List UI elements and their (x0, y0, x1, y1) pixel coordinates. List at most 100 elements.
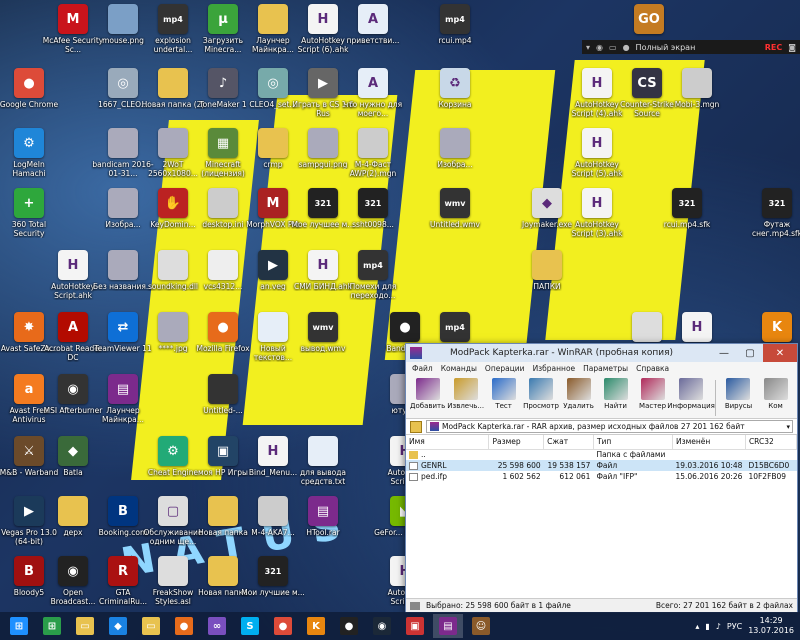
taskbar-button[interactable]: ● (268, 614, 298, 638)
column-header[interactable]: Тип (593, 435, 673, 450)
bandicam-toolbar[interactable]: ▾ ◉ ▭ ● Полный экран REC ◙ (582, 40, 800, 54)
toolbar-button[interactable]: Добавить (410, 378, 445, 410)
taskbar-button[interactable]: ▣ (400, 614, 430, 638)
desktop-icon[interactable]: для вывода средств.txt (294, 436, 352, 494)
taskbar-button[interactable]: ▭ (136, 614, 166, 638)
bandicam-monitor-icon[interactable]: ▭ (609, 43, 617, 52)
menu-item[interactable]: Файл (412, 364, 433, 373)
taskbar-button[interactable]: ▤ (433, 614, 463, 638)
maximize-button[interactable]: ▢ (737, 344, 763, 362)
desktop-icon[interactable]: Aприветстви... (344, 4, 402, 62)
table-row[interactable]: ped.ifp 1 602 562 612 061 Файл "IFP" 15.06.2… (406, 471, 797, 482)
desktop-icon-label: HTool.rar (306, 528, 340, 537)
desktop-icon-label: Mobi-3.mgn (674, 100, 720, 109)
file-explorer-icon: ▭ (76, 617, 94, 635)
column-header[interactable]: Размер (488, 435, 545, 450)
taskbar-button[interactable]: ⊞ (4, 614, 34, 638)
desktop-icon[interactable]: 321 Футаж снег.mp4.sfk (748, 188, 800, 246)
taskbar-button[interactable]: ▭ (70, 614, 100, 638)
desktop-icon[interactable]: 321 Мои лучшие м... (241, 556, 305, 614)
table-row[interactable]: GENRL 25 598 600 19 538 157 Файл 19.03.2016 … (406, 460, 797, 471)
table-row[interactable]: .. Папка с файлами (406, 449, 797, 460)
column-header[interactable]: CRC32 (745, 435, 798, 450)
toolbar-button[interactable]: Извлечь... (447, 378, 484, 410)
column-header[interactable]: Имя (406, 435, 490, 450)
desktop-icon[interactable]: Untitled-... (194, 374, 252, 432)
network-icon[interactable]: ▮ (705, 622, 709, 631)
desktop-icon[interactable]: ▤ Лаунчер Майнкра... (94, 374, 152, 432)
desktop-icon[interactable]: ● Google Chrome (0, 68, 58, 126)
desktop-icon[interactable]: wmv вывод.wmv (294, 312, 352, 370)
taskbar-button[interactable]: ☺ (466, 614, 496, 638)
winrar-titlebar[interactable]: ModPack Kapterka.rar - WinRAR (пробная к… (406, 344, 797, 362)
desktop-icon[interactable]: Aчто нужно для моего... (344, 68, 402, 126)
image-file-icon (108, 250, 138, 280)
column-header[interactable]: Изменён (672, 435, 746, 450)
menu-item[interactable]: Команды (441, 364, 477, 373)
close-button[interactable]: ✕ (763, 344, 797, 362)
taskbar-button[interactable]: ● (334, 614, 364, 638)
toolbar-button[interactable]: Информация (667, 378, 715, 410)
taskbar-button[interactable]: ∞ (202, 614, 232, 638)
toolbar-button[interactable]: Ком (758, 378, 793, 410)
desktop-icon[interactable]: H AutoHotkey Script (3).ahk (568, 188, 626, 246)
desktop-icon[interactable]: +360 Total Security (0, 188, 58, 246)
toolbar-button[interactable]: Найти (598, 378, 633, 410)
system-tray: ▴ ▮ ♪ РУС 14:29 13.07.2016 (695, 616, 800, 636)
desktop-icon[interactable]: wmv Untitled.wmv (426, 188, 484, 246)
toolbar-button[interactable]: Просмотр (523, 378, 559, 410)
menu-item[interactable]: Избранное (533, 364, 576, 373)
volume-icon[interactable]: ♪ (716, 622, 721, 631)
taskbar-button[interactable]: ◆ (103, 614, 133, 638)
desktop-icon-label: AutoHotkey Script (3).ahk (571, 220, 623, 238)
desktop-icon[interactable]: ◆ Batla (44, 436, 102, 494)
language-indicator[interactable]: РУС (727, 622, 742, 631)
bandicam-fullscreen-label[interactable]: Полный экран (636, 43, 696, 52)
bandicam-mic-icon[interactable]: ● (623, 43, 630, 52)
text-file-icon (258, 312, 288, 342)
desktop-icon[interactable]: 321 rcui.mp4.sfk (658, 188, 716, 246)
tray-arrow-icon[interactable]: ▴ (695, 622, 699, 631)
desktop-icon[interactable]: mp4 rcui.mp4 (426, 4, 484, 62)
toolbar-button[interactable]: Мастер (635, 378, 670, 410)
app-icon: ▣ (208, 436, 238, 466)
up-folder-icon[interactable] (410, 420, 422, 433)
taskbar-button[interactable]: K (301, 614, 331, 638)
menu-item[interactable]: Операции (485, 364, 525, 373)
desktop-icon[interactable]: ▤ HTool.rar (294, 496, 352, 554)
desktop-icon[interactable]: mp4 Помехи для переходо... (344, 250, 402, 308)
desktop-icon[interactable]: ♻ Корзина (426, 68, 484, 126)
taskbar-button[interactable]: ● (169, 614, 199, 638)
toolbar-button[interactable]: Удалить (561, 378, 596, 410)
taskbar-button[interactable]: ⊞ (37, 614, 67, 638)
bandicam-camera-icon[interactable]: ◙ (788, 43, 796, 52)
desktop-icon[interactable]: H AutoHotkey Script (5).ahk (568, 128, 626, 186)
desktop-icon-label: ПАПКИ (533, 282, 561, 291)
chevron-down-icon[interactable]: ▾ (786, 423, 792, 431)
taskbar-button[interactable]: S (235, 614, 265, 638)
toolbar-button[interactable]: Тест (486, 378, 521, 410)
clock[interactable]: 14:29 13.07.2016 (748, 616, 794, 636)
taskbar-button[interactable]: ◉ (367, 614, 397, 638)
desktop-icon-label: Мои лучшие м... (241, 588, 305, 597)
desktop-icon[interactable]: Изобра... (426, 128, 484, 186)
toolbar-button[interactable]: Вирусы (721, 378, 756, 410)
cell-modified: 19.03.2016 10:48 (675, 461, 743, 470)
column-header[interactable]: Сжат (543, 435, 594, 450)
rar-archive-icon (430, 422, 439, 431)
desktop-icon[interactable]: ⚙ LogMeIn Hamachi (0, 128, 58, 186)
gta-icon: R (108, 556, 138, 586)
path-field[interactable]: ModPack Kapterka.rar - RAR архив, размер… (426, 420, 793, 433)
desktop-icon[interactable]: ПАПКИ (518, 250, 576, 308)
morphvox-icon: M (258, 188, 288, 218)
cell-crc: D15BC6D0 (748, 461, 790, 470)
bandicam-gamepad-icon[interactable]: ◉ (596, 43, 603, 52)
desktop-icon[interactable]: M-4-Фаст AWP(2).mgn (344, 128, 402, 186)
menu-item[interactable]: Параметры (583, 364, 628, 373)
desktop-icon[interactable]: 321 ssht0098... (344, 188, 402, 246)
bandicam-home-icon[interactable]: ▾ (586, 43, 590, 52)
file-icon (409, 473, 418, 481)
menu-item[interactable]: Справка (636, 364, 669, 373)
desktop-icon[interactable]: Mobi-3.mgn (668, 68, 726, 126)
bandicam-rec-button[interactable]: REC (765, 43, 783, 52)
